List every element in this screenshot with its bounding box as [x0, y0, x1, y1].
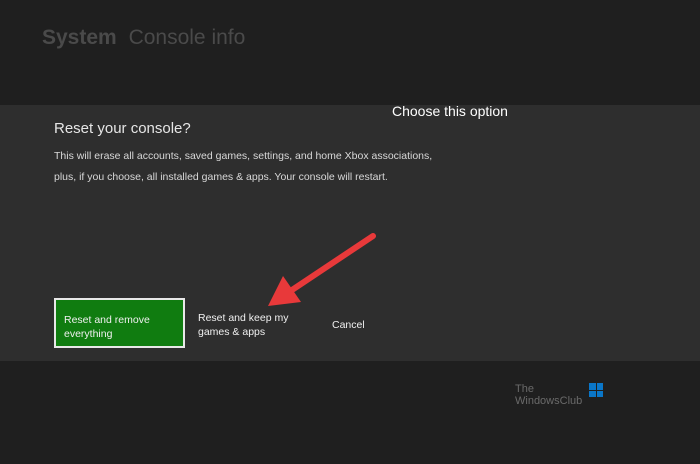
reset-keep-label-line-2: games & apps: [198, 326, 266, 338]
reset-remove-label-line-1: Reset and remove: [64, 314, 150, 326]
watermark: The WindowsClub: [515, 383, 605, 413]
windows-logo-icon: [589, 383, 603, 397]
page-title: System Console info: [42, 26, 245, 50]
title-section: System: [42, 26, 117, 49]
reset-dialog: Reset your console? This will erase all …: [0, 105, 700, 361]
title-subsection: Console info: [128, 26, 246, 49]
annotation-label: Choose this option: [392, 103, 508, 119]
dialog-message-line-2: plus, if you choose, all installed games…: [54, 171, 388, 183]
dialog-title: Reset your console?: [54, 120, 191, 137]
dialog-message: This will erase all accounts, saved game…: [54, 146, 474, 188]
page-header: System Console info: [0, 0, 700, 105]
reset-remove-label-line-2: everything: [64, 328, 113, 340]
reset-remove-everything-button[interactable]: Reset and remove everything: [54, 298, 185, 348]
reset-keep-games-button[interactable]: Reset and keep my games & apps: [190, 298, 310, 348]
dialog-message-line-1: This will erase all accounts, saved game…: [54, 150, 433, 162]
cancel-button[interactable]: Cancel: [324, 298, 384, 348]
reset-keep-label-line-1: Reset and keep my: [198, 312, 289, 324]
